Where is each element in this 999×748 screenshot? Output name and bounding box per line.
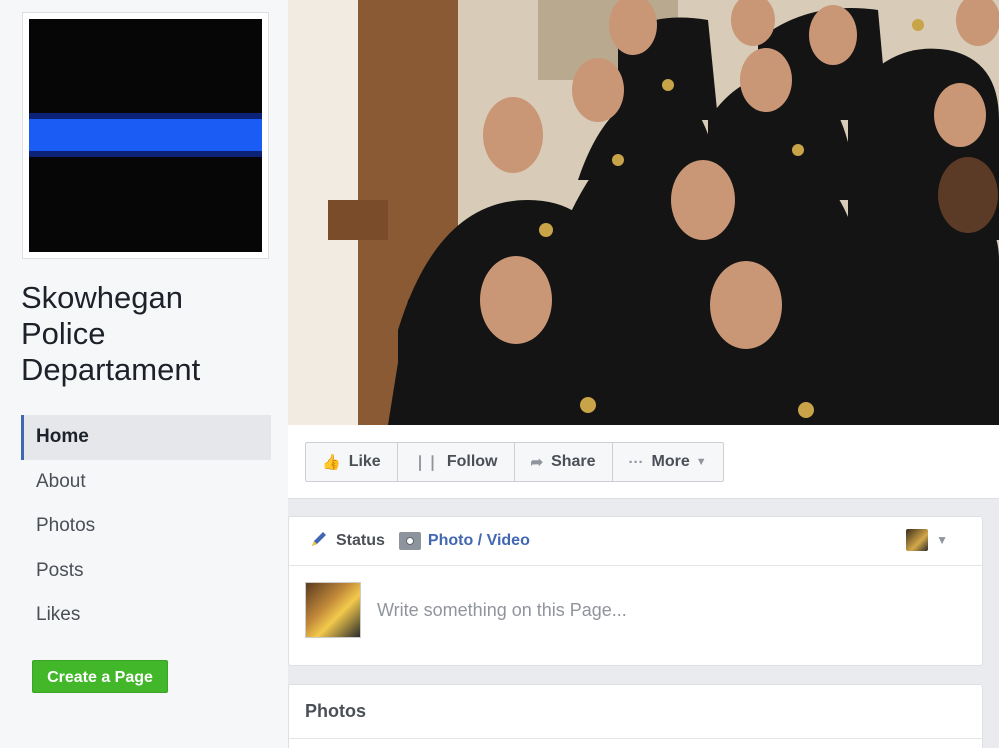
nav-item-about[interactable]: About	[21, 460, 271, 505]
post-as-avatar	[906, 529, 929, 551]
follow-button[interactable]: ❘❘ Follow	[398, 443, 515, 481]
post-as-selector[interactable]: ▼	[906, 529, 948, 551]
composer-input[interactable]: Write something on this Page...	[377, 600, 627, 621]
cover-photo[interactable]	[288, 0, 999, 425]
photo-video-tab[interactable]: Photo / Video	[398, 532, 530, 550]
page-action-bar: 👍 Like ❘❘ Follow ➦ Share ··· More ▼	[305, 442, 724, 482]
profile-picture[interactable]	[22, 12, 269, 259]
thumbs-up-icon: 👍	[322, 454, 341, 471]
nav-item-posts[interactable]: Posts	[21, 549, 271, 594]
share-arrow-icon: ➦	[530, 454, 544, 471]
composer-tabs: Status Photo / Video ▼	[289, 517, 982, 566]
page-nav: Home About Photos Posts Likes	[21, 415, 271, 638]
rss-icon: ❘❘	[413, 454, 439, 471]
photos-section-title[interactable]: Photos	[289, 685, 982, 739]
like-label: Like	[348, 453, 381, 470]
share-label: Share	[551, 453, 596, 470]
more-button[interactable]: ··· More ▼	[613, 443, 723, 481]
page-title[interactable]: Skowhegan Police Departament	[21, 280, 271, 388]
nav-item-likes[interactable]: Likes	[21, 593, 271, 638]
status-tab[interactable]: Status	[309, 529, 385, 554]
create-page-button[interactable]: Create a Page	[32, 660, 168, 693]
follow-label: Follow	[446, 453, 498, 470]
ellipsis-icon: ···	[628, 453, 644, 471]
nav-item-home[interactable]: Home	[21, 415, 271, 460]
cover-photo-illustration	[288, 0, 999, 425]
avatar	[305, 582, 361, 638]
nav-item-photos[interactable]: Photos	[21, 504, 271, 549]
more-label: More	[651, 453, 690, 470]
photo-video-tab-label: Photo / Video	[427, 532, 530, 549]
blue-band	[29, 113, 262, 157]
camera-icon	[398, 532, 421, 550]
pencil-icon	[309, 529, 329, 554]
like-button[interactable]: 👍 Like	[306, 443, 398, 481]
post-composer: Status Photo / Video ▼ Write something o…	[288, 516, 983, 666]
composer-body: Write something on this Page...	[289, 566, 982, 654]
photos-section: Photos	[288, 684, 983, 748]
thin-blue-line-flag	[29, 19, 262, 252]
chevron-down-icon: ▼	[695, 456, 707, 468]
share-button[interactable]: ➦ Share	[515, 443, 613, 481]
left-column: Skowhegan Police Departament Home About …	[0, 0, 288, 748]
chevron-down-icon: ▼	[936, 533, 948, 547]
cover-card: 👍 Like ❘❘ Follow ➦ Share ··· More ▼	[288, 0, 999, 499]
status-tab-label: Status	[336, 532, 385, 549]
